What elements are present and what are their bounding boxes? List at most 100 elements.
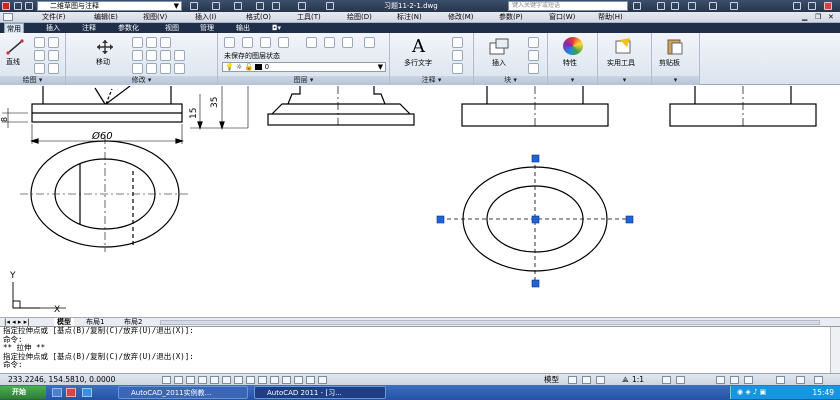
menu-help[interactable]: 帮助(H) — [598, 12, 623, 23]
otrack-icon[interactable] — [246, 376, 255, 384]
transparency-icon[interactable] — [294, 376, 303, 384]
doc-restore-icon[interactable]: ❐ — [815, 12, 821, 23]
menu-file[interactable]: 文件(F) — [42, 12, 66, 23]
polar-icon[interactable] — [210, 376, 219, 384]
tab-parametric[interactable]: 参数化 — [116, 23, 141, 33]
layer-freeze-icon[interactable] — [306, 37, 317, 48]
mtext-button-label[interactable]: 多行文字 — [404, 58, 432, 68]
color-wheel-icon[interactable] — [563, 37, 583, 55]
command-window[interactable]: 指定拉伸点或 [基点(B)/复制(C)/放弃(U)/退出(X)]: 命令: **… — [0, 326, 840, 374]
annotation-scale-icon[interactable]: ⟁ — [622, 374, 629, 385]
layer-walk-icon[interactable] — [364, 37, 375, 48]
utilities-button-label[interactable]: 实用工具 — [607, 58, 635, 68]
stretch-icon[interactable] — [132, 63, 143, 74]
insert-block-icon[interactable] — [488, 37, 510, 57]
open-file-icon[interactable] — [212, 2, 220, 10]
mtext-icon[interactable]: A — [412, 36, 425, 57]
menu-edit[interactable]: 编辑(E) — [94, 12, 118, 23]
isolate-objects-icon[interactable] — [776, 376, 785, 384]
edit-block-icon[interactable] — [528, 50, 539, 61]
print-icon[interactable] — [326, 2, 334, 10]
utilities-panel-expander[interactable]: ▾ — [598, 76, 651, 85]
menu-insert[interactable]: 插入(I) — [195, 12, 217, 23]
infer-constraints-icon[interactable] — [162, 376, 171, 384]
annotation-visibility-icon[interactable] — [662, 376, 671, 384]
communication-icon[interactable] — [671, 2, 679, 10]
command-scrollbar[interactable] — [830, 327, 840, 374]
menu-parametric[interactable]: 参数(P) — [499, 12, 523, 23]
grip-handle[interactable] — [531, 279, 540, 288]
layer-properties-icon[interactable] — [224, 37, 235, 48]
doc-close-icon[interactable]: ✕ — [828, 12, 834, 23]
rotate-icon[interactable] — [132, 37, 143, 48]
workspace-select[interactable]: 二维草图与注释 ▼ — [37, 1, 182, 11]
grip-handle[interactable] — [436, 215, 445, 224]
quick-view-layouts-icon[interactable] — [568, 376, 577, 384]
properties-panel-expander[interactable]: ▾ — [548, 76, 597, 85]
block-panel-label[interactable]: 块 ▾ — [474, 76, 547, 85]
subscription-icon[interactable] — [657, 2, 665, 10]
tab-annotate[interactable]: 注释 — [80, 23, 98, 33]
layer-select[interactable]: 💡 ☼ 🔓 0 ▼ — [222, 62, 386, 72]
undo-icon[interactable] — [272, 2, 280, 10]
layer-panel-label[interactable]: 图层 ▾ — [218, 76, 389, 85]
top-view-left[interactable] — [20, 136, 190, 252]
hardware-acceleration-icon[interactable] — [744, 376, 753, 384]
tab-insert[interactable]: 插入 — [44, 23, 62, 33]
status-menu-icon[interactable] — [796, 376, 805, 384]
pan-icon[interactable] — [596, 376, 605, 384]
doc-minimize-icon[interactable]: ▁ — [802, 12, 807, 23]
menu-window[interactable]: 窗口(W) — [549, 12, 575, 23]
restore-icon[interactable] — [808, 2, 816, 10]
new-file-icon[interactable] — [190, 2, 198, 10]
search-icon[interactable] — [633, 2, 641, 10]
array-icon[interactable] — [160, 63, 171, 74]
tab-more-icon[interactable]: ◘▾ — [270, 23, 283, 33]
menu-tools[interactable]: 工具(T) — [297, 12, 321, 23]
workspace-switch-icon[interactable] — [716, 376, 725, 384]
front-view-left[interactable] — [31, 85, 183, 123]
annotate-panel-label[interactable]: 注释 ▾ — [390, 76, 473, 85]
tab-view[interactable]: 视图 — [163, 23, 181, 33]
save-icon[interactable] — [234, 2, 242, 10]
clipboard-panel-expander[interactable]: ▾ — [652, 76, 699, 85]
draw-panel-label[interactable]: 绘图 ▾ — [0, 76, 65, 85]
save-as-icon[interactable] — [256, 2, 264, 10]
move-button-label[interactable]: 移动 — [96, 57, 110, 67]
table-icon[interactable] — [452, 63, 463, 74]
gear-icon[interactable] — [25, 2, 33, 10]
tray-icons[interactable]: ◉ ◈ ♪ ▣ — [737, 386, 766, 399]
leader-icon[interactable] — [452, 50, 463, 61]
layer-off-icon[interactable] — [260, 37, 271, 48]
quick-properties-icon[interactable] — [306, 376, 315, 384]
explode-icon[interactable] — [174, 50, 185, 61]
fillet-icon[interactable] — [160, 50, 171, 61]
help-icon[interactable] — [730, 2, 738, 10]
attribute-icon[interactable] — [528, 63, 539, 74]
front-view-stretched[interactable] — [461, 86, 609, 127]
modify-panel-label[interactable]: 修改 ▾ — [66, 76, 217, 85]
circle-draw-icon[interactable] — [48, 37, 59, 48]
rectangle-icon[interactable] — [48, 50, 59, 61]
command-input[interactable]: 命令: — [3, 361, 840, 370]
hatch-icon[interactable] — [48, 63, 59, 74]
ortho-icon[interactable] — [198, 376, 207, 384]
favorites-icon[interactable] — [709, 2, 717, 10]
horizontal-scrollbar[interactable] — [160, 320, 820, 325]
grip-handle[interactable] — [531, 154, 540, 163]
utilities-icon[interactable] — [614, 37, 634, 55]
document-icon[interactable] — [3, 13, 13, 21]
move-icon[interactable] — [96, 39, 114, 55]
tab-home[interactable]: 常用 — [4, 23, 24, 33]
scale-icon[interactable] — [146, 63, 157, 74]
drawing-svg[interactable]: Ø60 35 15 8 Y X — [0, 85, 840, 317]
line-icon[interactable] — [6, 39, 24, 55]
dyn-icon[interactable] — [270, 376, 279, 384]
paste-icon[interactable] — [666, 37, 684, 55]
ellipse-icon[interactable] — [34, 63, 45, 74]
close-icon[interactable] — [824, 2, 832, 10]
layer-state-icon[interactable] — [242, 37, 253, 48]
minimize-icon[interactable] — [793, 2, 801, 10]
osnap-icon[interactable] — [222, 376, 231, 384]
create-block-icon[interactable] — [528, 37, 539, 48]
